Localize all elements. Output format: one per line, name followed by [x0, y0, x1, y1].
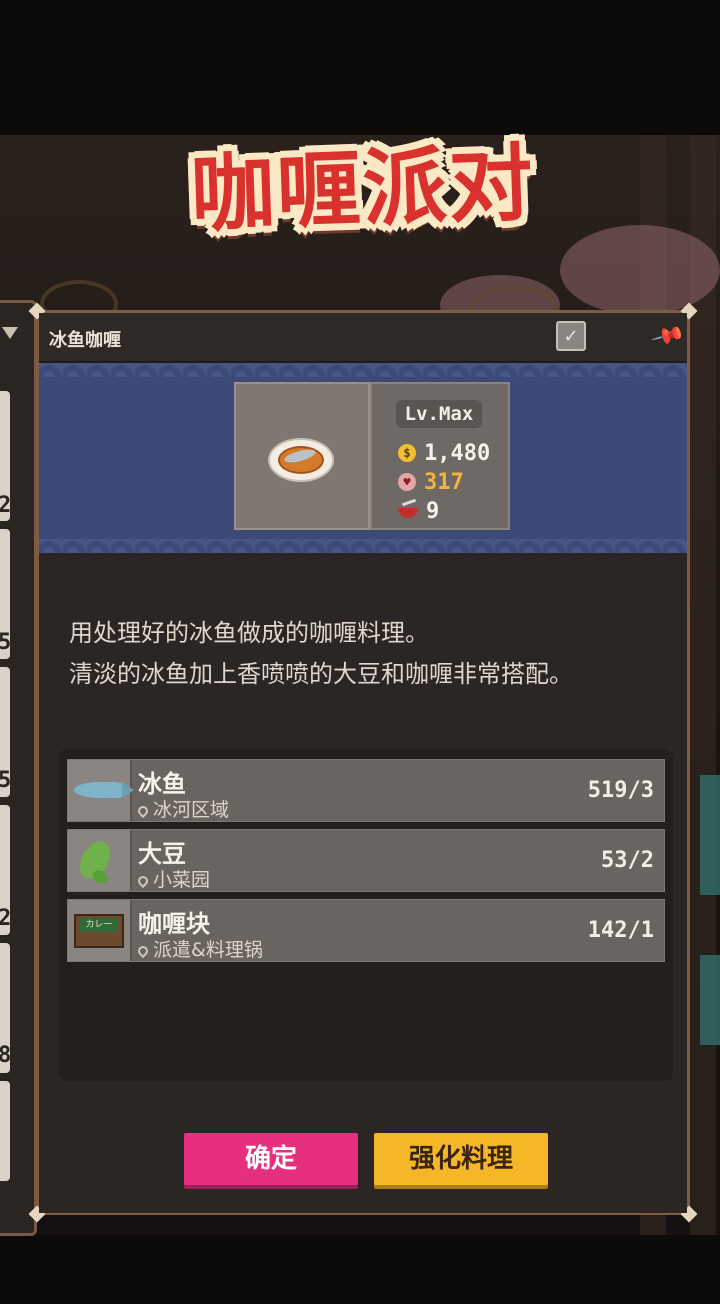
dish-image-box [234, 382, 370, 530]
check-icon[interactable]: ✓ [556, 321, 586, 351]
ice-fish-icon [74, 782, 134, 798]
ingredient-row[interactable]: 冰鱼 冰河区域 519/3 [67, 759, 665, 822]
ingredient-list: 冰鱼 冰河区域 519/3 大豆 小菜园 53/2 カレー 咖喱块 派遣&料理锅… [59, 749, 673, 1081]
bowl-stat: 9 [398, 498, 439, 524]
location-text: 小菜园 [153, 869, 211, 891]
price-stat: $ 1,480 [398, 440, 490, 466]
heart-stat: ♥ 317 [398, 469, 464, 495]
side-card-number: 2 [0, 493, 12, 518]
recipe-description: 用处理好的冰鱼做成的咖喱料理。 清淡的冰鱼加上香喷喷的大豆和咖喱非常搭配。 [69, 613, 669, 695]
location-text: 派遣&料理锅 [153, 939, 263, 961]
ingredient-location: 冰河区域 [135, 795, 230, 822]
teal-shelf [700, 775, 720, 895]
heart-icon: ♥ [398, 473, 416, 491]
ingredient-icon-box: カレー [68, 900, 132, 961]
wave-pattern [39, 363, 687, 377]
location-pin-icon [135, 873, 151, 889]
location-pin-icon [135, 943, 151, 959]
ingredient-row[interactable]: カレー 咖喱块 派遣&料理锅 142/1 [67, 899, 665, 962]
fish-curry-plate-icon [268, 438, 334, 482]
panel-header: 冰鱼咖喱 ✓ 📌 [39, 313, 687, 363]
game-title: 咖喱派对 [189, 133, 537, 244]
description-line: 用处理好的冰鱼做成的咖喱料理。 [69, 619, 429, 647]
ingredient-icon-box [68, 830, 132, 891]
bowl-value: 9 [426, 498, 440, 524]
dish-stats-box: Lv.Max $ 1,480 ♥ 317 9 [370, 382, 510, 530]
recipe-detail-panel: 冰鱼咖喱 ✓ 📌 Lv.Max $ 1,480 ♥ 317 9 用处理好的冰鱼做… [28, 302, 698, 1223]
pin-icon[interactable]: 📌 [648, 316, 689, 357]
recipe-banner: Lv.Max $ 1,480 ♥ 317 9 [39, 363, 687, 553]
ingredient-count: 142/1 [587, 918, 654, 943]
confirm-button[interactable]: 确定 [184, 1133, 358, 1185]
ingredient-count: 519/3 [587, 778, 654, 803]
side-card-number: 5 [0, 630, 12, 655]
bowl-icon [398, 504, 418, 518]
side-card-number: 8 [0, 1043, 12, 1068]
location-pin-icon [135, 803, 151, 819]
level-badge: Lv.Max [396, 400, 482, 428]
curry-block-label: カレー [80, 918, 118, 932]
ingredient-name: 大豆 [138, 840, 186, 868]
coin-icon: $ [398, 444, 416, 462]
game-title-logo: 咖喱派对 [90, 112, 635, 252]
ingredient-count: 53/2 [601, 848, 654, 873]
ingredient-icon-box [68, 760, 134, 821]
wave-pattern [39, 539, 687, 553]
side-card[interactable] [0, 1081, 10, 1181]
ingredient-row[interactable]: 大豆 小菜园 53/2 [67, 829, 665, 892]
curry-block-icon: カレー [74, 914, 124, 948]
location-text: 冰河区域 [153, 799, 230, 821]
enhance-dish-button[interactable]: 强化料理 [374, 1133, 548, 1185]
side-card-number: 5 [0, 768, 12, 793]
heart-value: 317 [424, 469, 464, 495]
recipe-name: 冰鱼咖喱 [49, 330, 121, 351]
ingredient-name: 冰鱼 [138, 770, 186, 798]
dropdown-arrow-icon[interactable] [2, 327, 18, 339]
side-card-number: 2 [0, 906, 12, 931]
ingredient-location: 派遣&料理锅 [135, 935, 263, 962]
ingredient-name: 咖喱块 [138, 910, 210, 938]
teal-shelf [700, 955, 720, 1045]
description-line: 清淡的冰鱼加上香喷喷的大豆和咖喱非常搭配。 [69, 660, 573, 688]
ingredient-location: 小菜园 [135, 865, 211, 892]
price-value: 1,480 [424, 440, 491, 466]
panel-footer: 确定 强化料理 [39, 1103, 687, 1213]
soybean-icon [73, 836, 117, 884]
left-side-panel[interactable]: 2 5 5 2 8 [0, 300, 37, 1236]
